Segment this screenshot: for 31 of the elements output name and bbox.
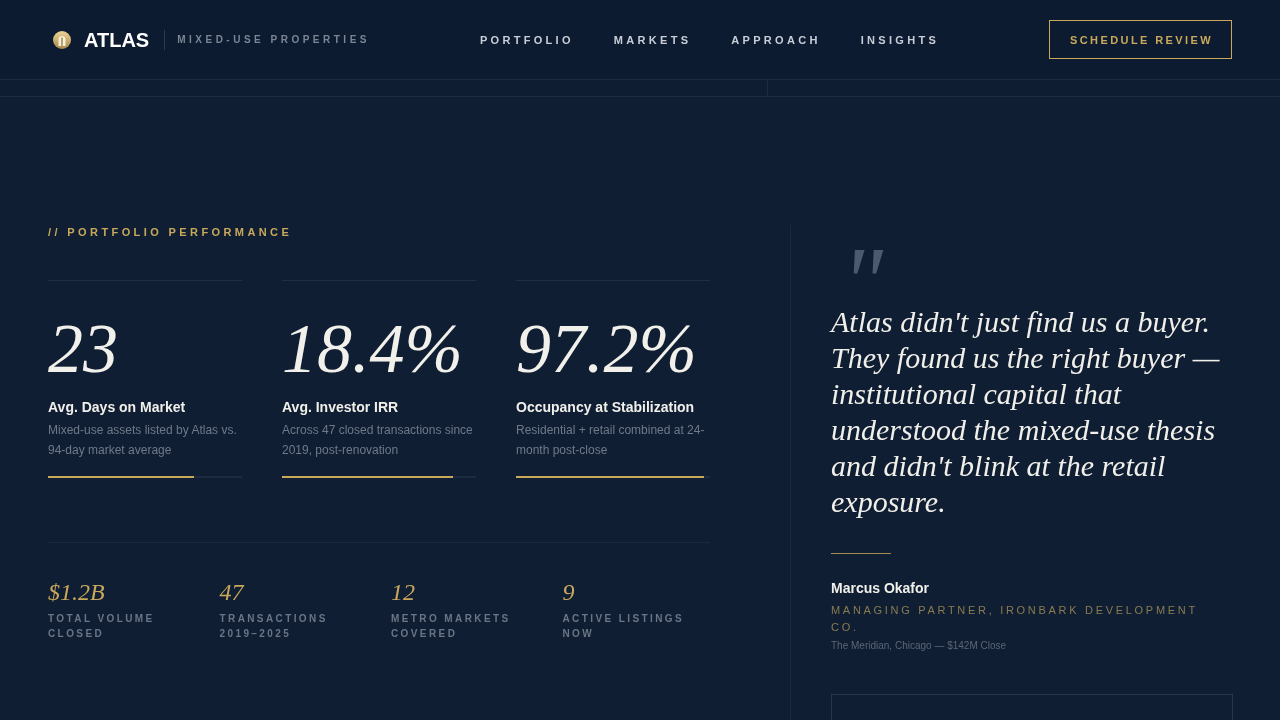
author-name: Marcus Okafor [831,579,931,598]
total-value: 12 [391,580,416,604]
logo-icon[interactable] [53,30,71,49]
author-role: MANAGING PARTNER, IRONBARK DEVELOPMENT CO. [831,603,1199,635]
total-value: $1.2B [48,580,106,604]
metric-value: 23 [48,314,119,384]
total-value: 9 [562,580,576,604]
nav-link[interactable]: MARKETS [613,32,692,47]
total-label: METRO MARKETS COVERED [391,612,512,641]
total-label: TRANSACTIONS 2019–2025 [219,612,329,641]
section-eyebrow: // PORTFOLIO PERFORMANCE [48,225,294,240]
metric-description: Mixed-use assets listed by Atlas vs. 94-day market average [48,422,238,459]
schedule-review-button[interactable]: SCHEDULE REVIEW [1049,20,1232,59]
brand-name: ATLAS [84,27,150,52]
nav-link[interactable]: INSIGHTS [860,32,940,47]
metric-label: Avg. Investor IRR [282,398,400,417]
brand-tagline: MIXED-USE PROPERTIES [177,32,370,47]
testimonial-quote: Atlas didn't just find us a buyer. They found us the right buyer — institutional capital that understood the mixed-use thesis and didn't blink at the retail exposure. [831,304,1221,520]
metric-description: Across 47 closed transactions since 2019, post-renovation [282,422,474,459]
nav-link[interactable]: PORTFOLIO [479,32,574,47]
total-label: ACTIVE LISTINGS NOW [562,612,686,641]
metric-description: Residential + retail combined at 24-month post-close [516,422,706,459]
metric-label: Occupancy at Stabilization [516,398,696,417]
nav-link[interactable]: APPROACH [731,32,821,47]
quote-mark: " [841,248,883,276]
total-value: 47 [219,580,246,604]
metric-label: Avg. Days on Market [48,398,187,417]
metric-value: 18.4% [282,314,464,384]
metric-value: 97.2% [516,314,698,384]
total-label: TOTAL VOLUME CLOSED [48,612,156,641]
deal-caption: The Meridian, Chicago — $142M Close [831,639,1008,653]
